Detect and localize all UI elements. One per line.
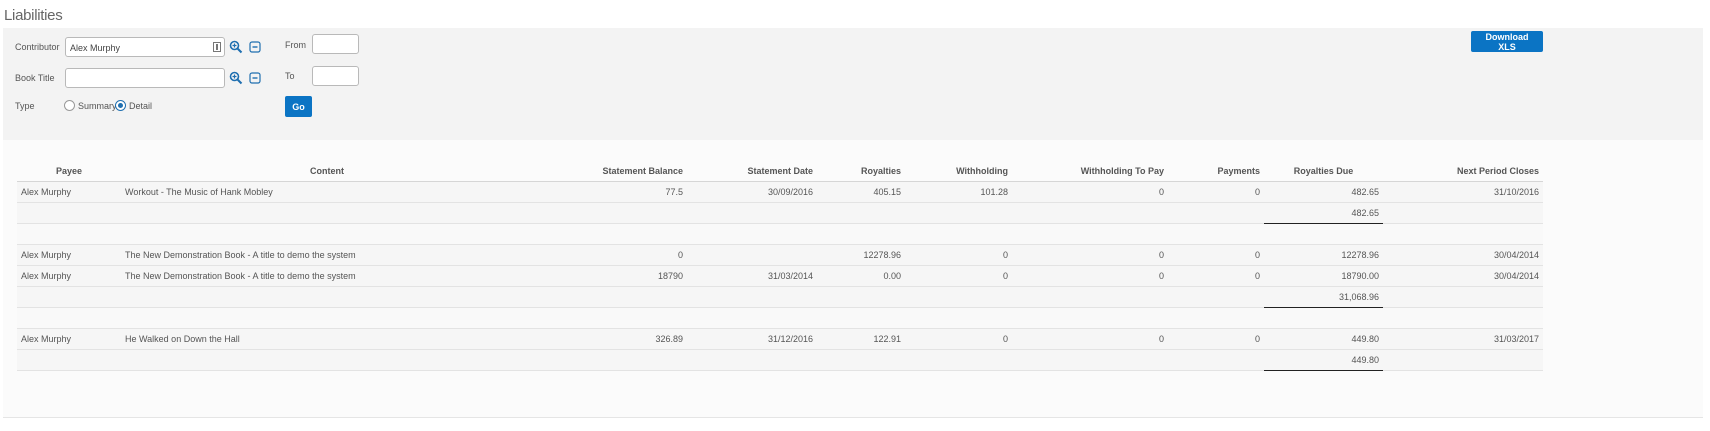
- cell-next-period-closes: 31/03/2017: [1383, 328, 1543, 350]
- col-statement-date[interactable]: Statement Date: [687, 160, 817, 182]
- group-total: 31,068.96: [1264, 286, 1383, 308]
- cell-royalties-due: 12278.96: [1264, 244, 1383, 266]
- cell-royalties: 122.91: [817, 328, 905, 350]
- group-total: 449.80: [1264, 349, 1383, 371]
- cell-statement-date: 31/12/2016: [687, 328, 817, 350]
- cell-statement-balance: 326.89: [533, 328, 687, 350]
- to-date-input[interactable]: [312, 66, 359, 86]
- cell-statement-balance: 18790: [533, 265, 687, 287]
- col-royalties[interactable]: Royalties: [817, 160, 905, 182]
- from-label: From: [285, 40, 306, 50]
- cell-content: He Walked on Down the Hall: [121, 328, 533, 350]
- type-summary-label[interactable]: Summary: [78, 101, 117, 111]
- cell-payee: Alex Murphy: [17, 244, 121, 266]
- cell-next-period-closes: 30/04/2014: [1383, 265, 1543, 287]
- search-plus-icon[interactable]: [229, 71, 243, 85]
- contributor-value: Alex Murphy: [70, 43, 121, 53]
- cell-statement-date: [687, 244, 817, 266]
- cell-royalties: 12278.96: [817, 244, 905, 266]
- from-date-input[interactable]: [312, 34, 359, 54]
- cell-payee: Alex Murphy: [17, 265, 121, 287]
- page-title: Liabilities: [4, 7, 63, 24]
- type-detail-radio[interactable]: [115, 100, 126, 111]
- col-statement-balance[interactable]: Statement Balance: [533, 160, 687, 182]
- cell-royalties-due: 449.80: [1264, 328, 1383, 350]
- cell-content: The New Demonstration Book - A title to …: [121, 244, 533, 266]
- cell-royalties-due: 482.65: [1264, 181, 1383, 203]
- contributor-label: Contributor: [15, 42, 60, 52]
- col-next-period-closes[interactable]: Next Period Closes: [1383, 160, 1543, 182]
- cell-statement-date: 30/09/2016: [687, 181, 817, 203]
- group-total: 482.65: [1264, 202, 1383, 224]
- type-detail-label[interactable]: Detail: [129, 101, 152, 111]
- cell-content: The New Demonstration Book - A title to …: [121, 265, 533, 287]
- type-label: Type: [15, 101, 35, 111]
- subtotal-row: 449.80: [17, 349, 1543, 371]
- col-withholding[interactable]: Withholding: [905, 160, 1012, 182]
- cell-payments: 0: [1168, 265, 1264, 287]
- cell-withholding: 0: [905, 265, 1012, 287]
- type-summary-radio[interactable]: [64, 100, 75, 111]
- table-row: Alex Murphy Workout - The Music of Hank …: [17, 181, 1543, 203]
- col-royalties-due[interactable]: Royalties Due: [1264, 160, 1383, 182]
- cell-payments: 0: [1168, 328, 1264, 350]
- go-button[interactable]: Go: [285, 96, 312, 117]
- cell-content: Workout - The Music of Hank Mobley: [121, 181, 533, 203]
- results-panel: Payee Content Statement Balance Statemen…: [3, 140, 1703, 418]
- cell-statement-balance: 0: [533, 244, 687, 266]
- subtotal-row: 31,068.96: [17, 286, 1543, 308]
- cell-withholding: 0: [905, 328, 1012, 350]
- search-plus-icon[interactable]: [229, 40, 243, 54]
- cell-payee: Alex Murphy: [17, 328, 121, 350]
- col-content[interactable]: Content: [121, 160, 533, 182]
- minus-square-icon[interactable]: [248, 71, 262, 85]
- cell-royalties: 405.15: [817, 181, 905, 203]
- cell-royalties-due: 18790.00: [1264, 265, 1383, 287]
- book-title-field[interactable]: [65, 68, 225, 88]
- col-withholding-to-pay[interactable]: Withholding To Pay: [1012, 160, 1168, 182]
- to-label: To: [285, 71, 295, 81]
- table-header: Payee Content Statement Balance Statemen…: [17, 160, 1543, 182]
- group-spacer: [17, 223, 1543, 245]
- cell-withholding: 101.28: [905, 181, 1012, 203]
- col-payments[interactable]: Payments: [1168, 160, 1264, 182]
- contributor-field[interactable]: Alex Murphy: [65, 37, 225, 57]
- table-row: Alex Murphy He Walked on Down the Hall 3…: [17, 328, 1543, 350]
- cell-withholding: 0: [905, 244, 1012, 266]
- subtotal-row: 482.65: [17, 202, 1543, 224]
- download-xls-button[interactable]: Download XLS: [1471, 31, 1543, 52]
- minus-square-icon[interactable]: [248, 40, 262, 54]
- cell-withholding-to-pay: 0: [1012, 328, 1168, 350]
- group-spacer: [17, 307, 1543, 329]
- lookup-picker-icon[interactable]: [213, 42, 221, 52]
- book-title-label: Book Title: [15, 73, 55, 83]
- cell-next-period-closes: 30/04/2014: [1383, 244, 1543, 266]
- filter-panel: Contributor Alex Murphy Book Title Type …: [3, 28, 1703, 141]
- table-row: Alex Murphy The New Demonstration Book -…: [17, 244, 1543, 266]
- cell-payments: 0: [1168, 181, 1264, 203]
- cell-withholding-to-pay: 0: [1012, 265, 1168, 287]
- cell-royalties: 0.00: [817, 265, 905, 287]
- cell-statement-date: 31/03/2014: [687, 265, 817, 287]
- col-payee[interactable]: Payee: [17, 160, 121, 182]
- cell-payee: Alex Murphy: [17, 181, 121, 203]
- cell-withholding-to-pay: 0: [1012, 244, 1168, 266]
- cell-payments: 0: [1168, 244, 1264, 266]
- cell-withholding-to-pay: 0: [1012, 181, 1168, 203]
- table-row: Alex Murphy The New Demonstration Book -…: [17, 265, 1543, 287]
- cell-statement-balance: 77.5: [533, 181, 687, 203]
- cell-next-period-closes: 31/10/2016: [1383, 181, 1543, 203]
- liabilities-table: Payee Content Statement Balance Statemen…: [17, 160, 1543, 371]
